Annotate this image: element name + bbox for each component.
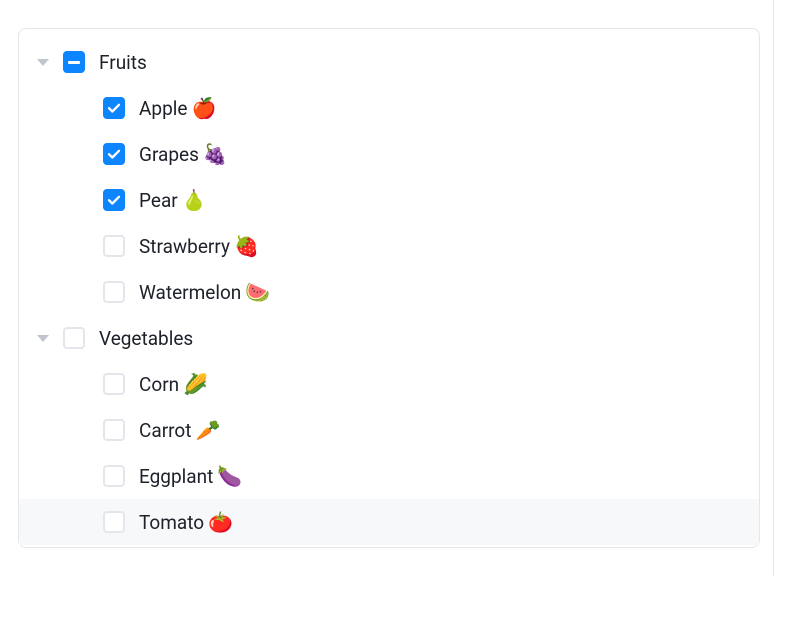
tree-node-label: Grapes [139, 143, 199, 166]
checkbox-fruits[interactable] [63, 51, 85, 73]
checkbox-pear[interactable] [103, 189, 125, 211]
tree-node-fruits[interactable]: Fruits [19, 39, 759, 85]
right-divider [773, 0, 774, 576]
tree-node-carrot[interactable]: Carrot 🥕 [19, 407, 759, 453]
checkbox-corn[interactable] [103, 373, 125, 395]
tree-node-label: Tomato [139, 511, 204, 534]
strawberry-icon: 🍓 [234, 234, 259, 258]
checkbox-eggplant[interactable] [103, 465, 125, 487]
expand-caret-icon[interactable] [37, 59, 49, 66]
corn-icon: 🌽 [183, 372, 208, 396]
grapes-icon: 🍇 [203, 142, 228, 166]
tree-node-label: Strawberry [139, 235, 230, 258]
expand-caret-icon[interactable] [37, 335, 49, 342]
checkbox-carrot[interactable] [103, 419, 125, 441]
tree-node-tomato[interactable]: Tomato 🍅 [19, 499, 759, 545]
check-icon [107, 101, 121, 115]
tree-panel: Fruits Apple 🍎 Grapes 🍇 Pear 🍐 Strawberr… [18, 28, 760, 548]
checkbox-strawberry[interactable] [103, 235, 125, 257]
checkbox-vegetables[interactable] [63, 327, 85, 349]
check-icon [107, 147, 121, 161]
tree-node-strawberry[interactable]: Strawberry 🍓 [19, 223, 759, 269]
tree-node-label: Vegetables [99, 327, 193, 350]
tree-node-label: Watermelon [139, 281, 241, 304]
tree-node-eggplant[interactable]: Eggplant 🍆 [19, 453, 759, 499]
apple-icon: 🍎 [191, 96, 216, 120]
pear-icon: 🍐 [182, 188, 207, 212]
tree-node-label: Pear [139, 189, 178, 212]
tree-node-label: Fruits [99, 51, 147, 74]
checkbox-apple[interactable] [103, 97, 125, 119]
carrot-icon: 🥕 [195, 418, 220, 442]
tree-node-label: Carrot [139, 419, 191, 442]
tree-node-apple[interactable]: Apple 🍎 [19, 85, 759, 131]
tree-node-watermelon[interactable]: Watermelon 🍉 [19, 269, 759, 315]
checkbox-tomato[interactable] [103, 511, 125, 533]
tree-node-label: Apple [139, 97, 187, 120]
checkbox-watermelon[interactable] [103, 281, 125, 303]
tree-node-label: Eggplant [139, 465, 213, 488]
checkbox-grapes[interactable] [103, 143, 125, 165]
tree-node-vegetables[interactable]: Vegetables [19, 315, 759, 361]
tomato-icon: 🍅 [208, 510, 233, 534]
tree-node-label: Corn [139, 373, 179, 396]
tree-node-grapes[interactable]: Grapes 🍇 [19, 131, 759, 177]
check-icon [107, 193, 121, 207]
tree-node-pear[interactable]: Pear 🍐 [19, 177, 759, 223]
tree-node-corn[interactable]: Corn 🌽 [19, 361, 759, 407]
watermelon-icon: 🍉 [245, 280, 270, 304]
eggplant-icon: 🍆 [217, 464, 242, 488]
